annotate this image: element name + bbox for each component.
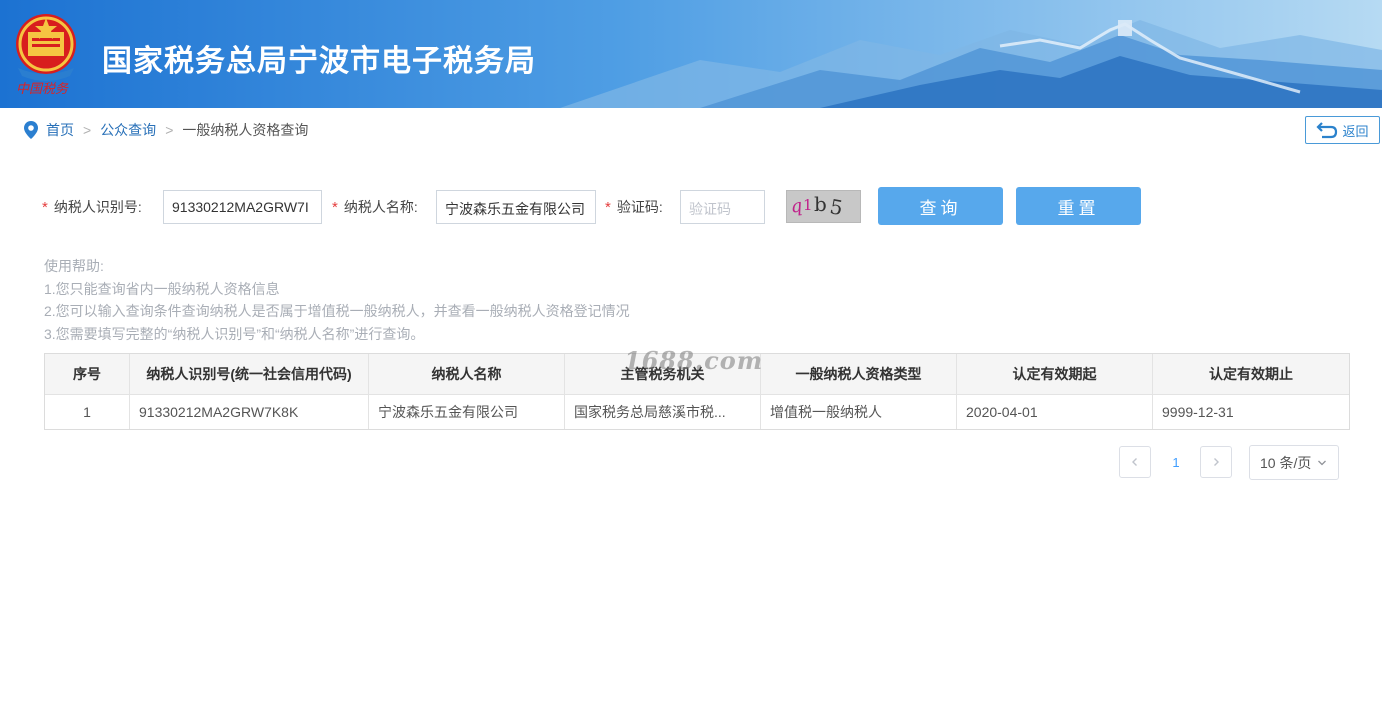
taxpayer-id-input[interactable]: 91330212MA2GRW7I: [163, 190, 322, 224]
breadcrumb-separator: >: [83, 122, 92, 138]
site-title: 国家税务总局宁波市电子税务局: [102, 44, 536, 79]
captcha-input[interactable]: 验证码: [680, 190, 765, 224]
page-number-current[interactable]: 1: [1166, 446, 1186, 478]
row-taxpayer-name: 宁波森乐五金有限公司: [369, 395, 565, 429]
column-header: 认定有效期起: [957, 354, 1153, 394]
required-mark: *: [605, 199, 611, 216]
usage-help: 使用帮助: 1.您只能查询省内一般纳税人资格信息 2.您可以输入查询条件查询纳税…: [44, 255, 630, 345]
help-line: 2.您可以输入查询条件查询纳税人是否属于增值税一般纳税人，并查看一般纳税人资格登…: [44, 303, 630, 319]
row-taxpayer-id: 91330212MA2GRW7K8K: [130, 395, 369, 429]
back-button[interactable]: 返回: [1305, 116, 1380, 144]
breadcrumb-current: 一般纳税人资格查询: [182, 122, 309, 138]
prev-page-button[interactable]: [1119, 446, 1151, 478]
chevron-left-icon: [1132, 458, 1137, 466]
svg-text:q: q: [789, 195, 803, 217]
svg-text:5: 5: [828, 194, 845, 220]
chevron-down-icon: [1318, 460, 1327, 465]
row-tax-authority: 国家税务总局慈溪市税...: [565, 395, 761, 429]
back-button-label: 返回: [1342, 123, 1369, 139]
column-header: 纳税人识别号(统一社会信用代码): [130, 354, 369, 394]
svg-text:1: 1: [803, 196, 813, 214]
column-header: 纳税人名称: [369, 354, 565, 394]
reset-button[interactable]: 重置: [1016, 187, 1141, 225]
svg-text:b: b: [814, 192, 827, 216]
table-row: 1 91330212MA2GRW7K8K 宁波森乐五金有限公司 国家税务总局慈溪…: [45, 394, 1349, 429]
location-pin-icon: [24, 121, 38, 139]
help-title: 使用帮助:: [44, 258, 104, 274]
chevron-right-icon: [1214, 458, 1219, 466]
captcha-image[interactable]: q 1 b 5: [786, 190, 861, 223]
breadcrumb-separator: >: [165, 122, 174, 138]
emblem-caption: 中国税务: [16, 82, 69, 97]
column-header: 认定有效期止: [1209, 366, 1293, 382]
next-page-button[interactable]: [1200, 446, 1232, 478]
column-header: 序号: [45, 354, 130, 394]
required-mark: *: [332, 199, 338, 216]
return-arrow-icon: [1316, 122, 1338, 139]
taxpayer-name-label: * 纳税人名称:: [332, 199, 418, 216]
breadcrumb-public-query-link[interactable]: 公众查询: [100, 120, 156, 140]
row-valid-to: 9999-12-31: [1162, 404, 1234, 420]
header-banner: 国家税务总局宁波市电子税务局 中国税务: [0, 0, 1382, 108]
row-qualification-type: 增值税一般纳税人: [761, 395, 957, 429]
captcha-label: * 验证码:: [605, 199, 663, 216]
help-line: 3.您需要填写完整的“纳税人识别号”和“纳税人名称”进行查询。: [44, 325, 425, 342]
column-header: 一般纳税人资格类型: [761, 354, 957, 394]
taxpayer-id-label: * 纳税人识别号:: [42, 199, 142, 216]
page-size-value: 10 条/页: [1260, 454, 1312, 471]
breadcrumb: 首页 > 公众查询 > 一般纳税人资格查询: [24, 120, 308, 140]
help-line: 1.您只能查询省内一般纳税人资格信息: [44, 280, 280, 297]
row-index: 1: [45, 395, 130, 429]
watermark: 1688.com: [624, 346, 764, 375]
query-form: * 纳税人识别号: 91330212MA2GRW7I * 纳税人名称: 宁波森乐五金…: [42, 186, 1162, 226]
row-valid-from: 2020-04-01: [957, 395, 1153, 429]
page-size-select[interactable]: 10 条/页: [1249, 445, 1339, 480]
taxpayer-name-input[interactable]: 宁波森乐五金有限公司: [436, 190, 596, 224]
query-button[interactable]: 查询: [878, 187, 1003, 225]
required-mark: *: [42, 199, 48, 216]
breadcrumb-home-link[interactable]: 首页: [46, 120, 74, 140]
